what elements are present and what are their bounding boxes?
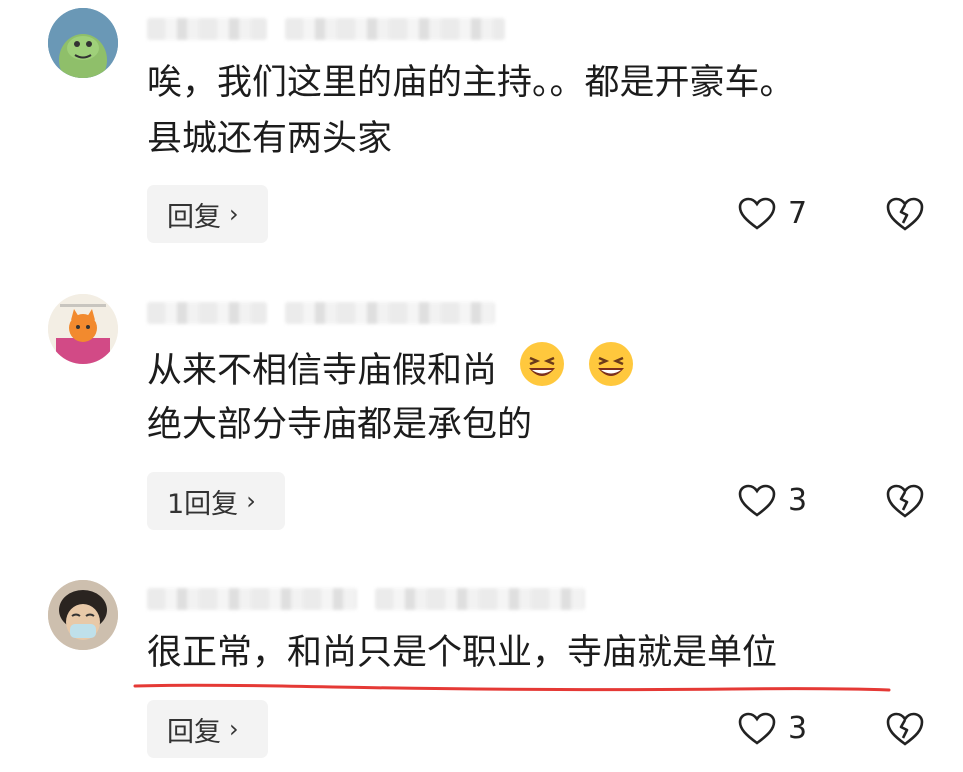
like-button[interactable]: 3 — [738, 483, 807, 518]
comment-text-line-1: 很正常，和尚只是个职业，寺庙就是单位 — [147, 633, 778, 673]
person-avatar-icon — [48, 580, 118, 650]
broken-heart-icon — [886, 197, 924, 231]
heart-outline-icon — [738, 712, 776, 745]
cat-avatar-icon — [48, 294, 118, 364]
comment-text-line-1: 从来不相信寺庙假和尚 — [147, 340, 635, 404]
reply-label: 回复 — [167, 201, 221, 233]
avatar[interactable] — [48, 294, 118, 364]
grinning-squint-emoji-icon — [587, 340, 635, 404]
red-underline-annotation — [133, 683, 891, 692]
dislike-button[interactable] — [885, 483, 925, 523]
broken-heart-icon — [886, 712, 924, 746]
blurred-meta — [375, 588, 585, 610]
comment-text: 从来不相信寺庙假和尚 — [147, 351, 498, 391]
like-count: 3 — [788, 711, 808, 746]
blurred-meta — [285, 302, 495, 324]
chevron-right-icon: › — [246, 487, 256, 515]
blurred-username — [147, 588, 357, 610]
like-count: 3 — [788, 483, 808, 518]
frog-avatar-icon — [48, 8, 118, 78]
reply-label: 回复 — [167, 716, 221, 748]
broken-heart-icon — [886, 484, 924, 518]
blurred-username — [147, 18, 267, 40]
chevron-right-icon: › — [229, 715, 239, 743]
reply-label: 1回复 — [167, 488, 239, 520]
avatar[interactable] — [48, 580, 118, 650]
comment-text-line-1: 唉，我们这里的庙的主持。。都是开豪车。 — [147, 63, 795, 103]
reply-button[interactable]: 回复 › — [147, 185, 268, 243]
like-button[interactable]: 7 — [738, 196, 807, 231]
dislike-button[interactable] — [885, 711, 925, 751]
reply-button[interactable]: 回复 › — [147, 700, 268, 758]
avatar[interactable] — [48, 8, 118, 78]
comment-text-line-2: 绝大部分寺庙都是承包的 — [147, 405, 533, 445]
heart-outline-icon — [738, 484, 776, 517]
comment-text-line-2: 县城还有两头家 — [147, 119, 393, 159]
blurred-username — [147, 302, 267, 324]
blurred-meta — [285, 18, 505, 40]
grinning-squint-emoji-icon — [518, 340, 566, 404]
heart-outline-icon — [738, 197, 776, 230]
dislike-button[interactable] — [885, 196, 925, 236]
like-count: 7 — [788, 196, 808, 231]
reply-button[interactable]: 1回复 › — [147, 472, 285, 530]
like-button[interactable]: 3 — [738, 711, 807, 746]
chevron-right-icon: › — [229, 200, 239, 228]
